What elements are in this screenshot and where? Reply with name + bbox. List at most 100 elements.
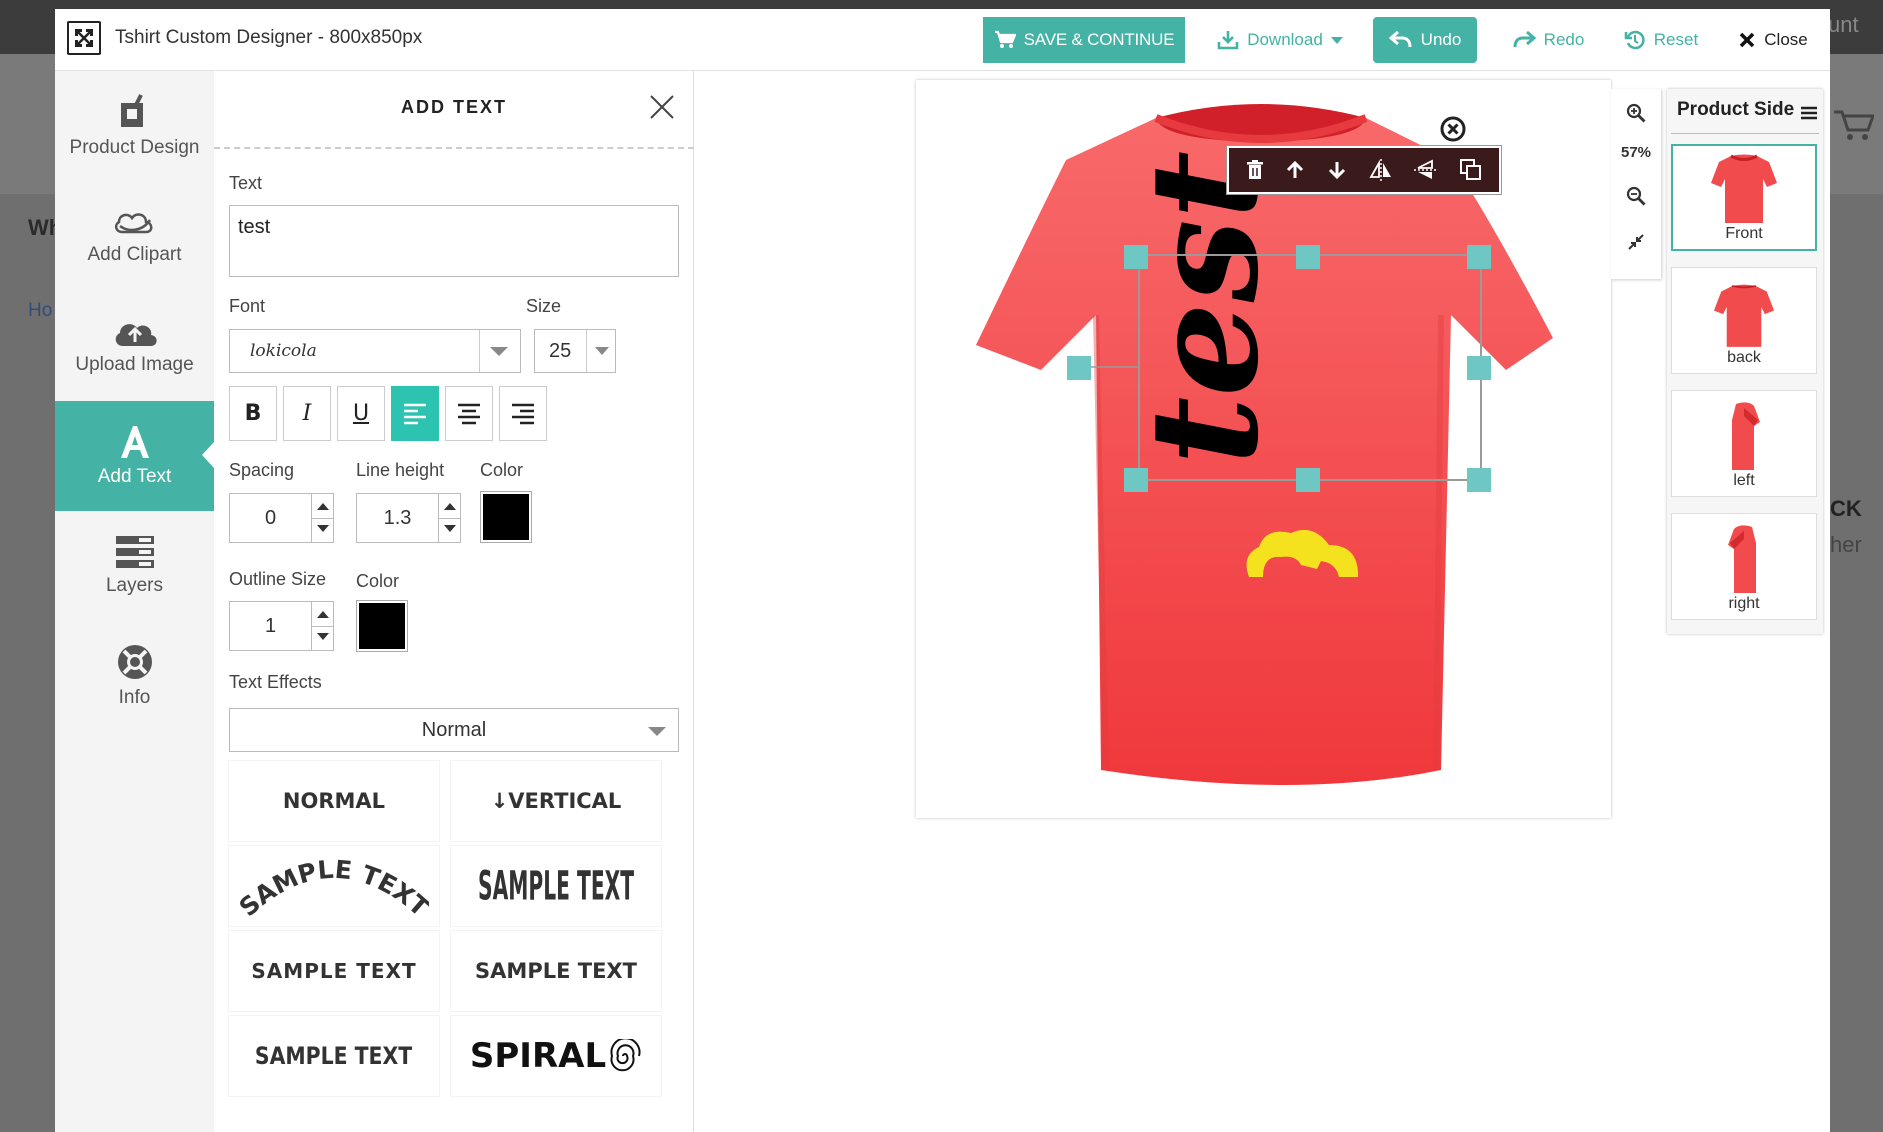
panel-close-icon[interactable]: [648, 93, 676, 121]
resize-handle-right[interactable]: [1467, 356, 1491, 380]
stepper-divider: [312, 518, 333, 519]
line-height-input[interactable]: 1.3: [356, 493, 461, 543]
cart-icon: [994, 30, 1016, 48]
lifebuoy-icon: [117, 645, 152, 679]
italic-button[interactable]: I: [283, 386, 331, 441]
reset-button[interactable]: Reset: [1611, 17, 1711, 63]
zoom-out-icon[interactable]: [1626, 186, 1646, 206]
side-front-label: Front: [1725, 225, 1763, 242]
stepper-down-icon[interactable]: [317, 525, 329, 532]
side-left[interactable]: left: [1671, 390, 1817, 497]
effect-normal[interactable]: NORMAL: [229, 761, 439, 841]
side-back[interactable]: back: [1671, 267, 1817, 374]
effect-perspective-label: SAMPLE TEXT: [475, 959, 637, 983]
zoom-in-icon[interactable]: [1626, 103, 1646, 123]
effect-arc-up[interactable]: SAMPLE TEXT: [229, 846, 439, 926]
effect-spiral[interactable]: SPIRAL: [451, 1016, 661, 1096]
outline-size-value: 1: [264, 614, 277, 637]
nav-add-clipart[interactable]: Add Clipart: [55, 181, 214, 291]
line-height-stepper[interactable]: [438, 494, 460, 542]
side-back-label: back: [1727, 349, 1761, 366]
font-label: Font: [229, 296, 266, 316]
fullscreen-icon[interactable]: [67, 21, 101, 55]
redo-icon: [1513, 30, 1536, 48]
object-toolbar: [1226, 145, 1502, 195]
nav-add-text[interactable]: Add Text: [55, 401, 214, 511]
save-continue-button[interactable]: SAVE & CONTINUE: [983, 17, 1185, 63]
clipart-icon: [114, 213, 152, 234]
resize-handle-bottom-right[interactable]: [1467, 468, 1491, 492]
font-select[interactable]: lokicola: [229, 329, 521, 373]
bold-button[interactable]: B: [229, 386, 277, 441]
download-label: Download: [1247, 30, 1323, 49]
fit-screen-icon[interactable]: [1627, 233, 1645, 251]
duplicate-icon[interactable]: [1460, 159, 1482, 181]
chevron-down-icon: [595, 347, 609, 355]
effect-vertical[interactable]: ↓VERTICAL: [451, 761, 661, 841]
nav-upload-image[interactable]: Upload Image: [55, 291, 214, 401]
product-design-icon: [120, 94, 143, 127]
close-icon: [1740, 32, 1755, 48]
download-button[interactable]: Download: [1205, 17, 1355, 63]
spacing-stepper[interactable]: [311, 494, 333, 542]
stepper-down-icon[interactable]: [444, 525, 456, 532]
flip-vertical-icon[interactable]: [1414, 159, 1439, 181]
stepper-up-icon[interactable]: [317, 503, 329, 510]
text-effects-select[interactable]: Normal: [229, 708, 679, 752]
stepper-down-icon[interactable]: [317, 633, 329, 640]
text-color-swatch[interactable]: [480, 491, 532, 543]
resize-handle-top[interactable]: [1296, 245, 1320, 269]
menu-icon[interactable]: [1801, 106, 1817, 120]
add-text-panel: ADD TEXT Text test Font Size lokicola 25…: [214, 71, 694, 1132]
stepper-up-icon[interactable]: [444, 503, 456, 510]
close-button[interactable]: Close: [1728, 17, 1818, 63]
underline-button[interactable]: U: [337, 386, 385, 441]
side-front[interactable]: Front: [1671, 144, 1817, 251]
outline-size-input[interactable]: 1: [229, 601, 334, 651]
effect-small-caps[interactable]: SAMPLE TEXT: [229, 931, 439, 1011]
effect-arc-up-preview: SAMPLE TEXT: [239, 855, 429, 921]
stepper-up-icon[interactable]: [317, 611, 329, 618]
deselect-close-icon[interactable]: [1440, 116, 1466, 142]
arrow-down-icon[interactable]: [1327, 160, 1347, 180]
nav-layers[interactable]: Layers: [55, 511, 214, 621]
reset-icon: [1624, 30, 1645, 50]
select-divider: [586, 330, 587, 372]
flip-horizontal-icon[interactable]: [1369, 159, 1393, 181]
outline-size-stepper[interactable]: [311, 602, 333, 650]
nav-product-design[interactable]: Product Design: [55, 71, 214, 181]
resize-handle-top-left[interactable]: [1124, 245, 1148, 269]
color-label: Color: [480, 460, 524, 480]
redo-button[interactable]: Redo: [1503, 17, 1593, 63]
undo-label: Undo: [1420, 30, 1462, 49]
text-input[interactable]: test: [229, 205, 679, 277]
side-right[interactable]: right: [1671, 513, 1817, 620]
save-continue-label: SAVE & CONTINUE: [1023, 30, 1175, 49]
resize-handle-top-right[interactable]: [1467, 245, 1491, 269]
size-select[interactable]: 25: [534, 329, 616, 373]
effect-perspective[interactable]: SAMPLE TEXT: [451, 931, 661, 1011]
arrow-up-icon[interactable]: [1285, 160, 1305, 180]
nav-info[interactable]: Info: [55, 621, 214, 731]
size-select-value: 25: [549, 339, 572, 362]
outline-color-swatch[interactable]: [356, 600, 408, 652]
spacing-input[interactable]: 0: [229, 493, 334, 543]
resize-handle-bottom-left[interactable]: [1124, 468, 1148, 492]
modal-header: Tshirt Custom Designer - 800x850px SAVE …: [55, 9, 1830, 71]
undo-button[interactable]: Undo: [1373, 17, 1477, 63]
nav-layers-label: Layers: [105, 575, 164, 596]
rotate-handle[interactable]: [1067, 356, 1091, 380]
panel-header: ADD TEXT: [214, 71, 694, 149]
resize-handle-bottom[interactable]: [1296, 468, 1320, 492]
product-side-title: Product Side: [1677, 99, 1795, 120]
outline-size-label: Outline Size: [229, 569, 327, 589]
effect-stretch[interactable]: SAMPLE TEXT: [229, 1016, 439, 1096]
trash-icon[interactable]: [1246, 160, 1264, 180]
text-label: Text: [229, 173, 263, 193]
align-left-button[interactable]: [391, 386, 439, 441]
align-right-button[interactable]: [499, 386, 547, 441]
bg-cart-icon: [1834, 110, 1874, 140]
effect-bulge[interactable]: SAMPLE TEXT: [451, 846, 661, 926]
design-text[interactable]: test: [1117, 151, 1291, 465]
align-center-button[interactable]: [445, 386, 493, 441]
